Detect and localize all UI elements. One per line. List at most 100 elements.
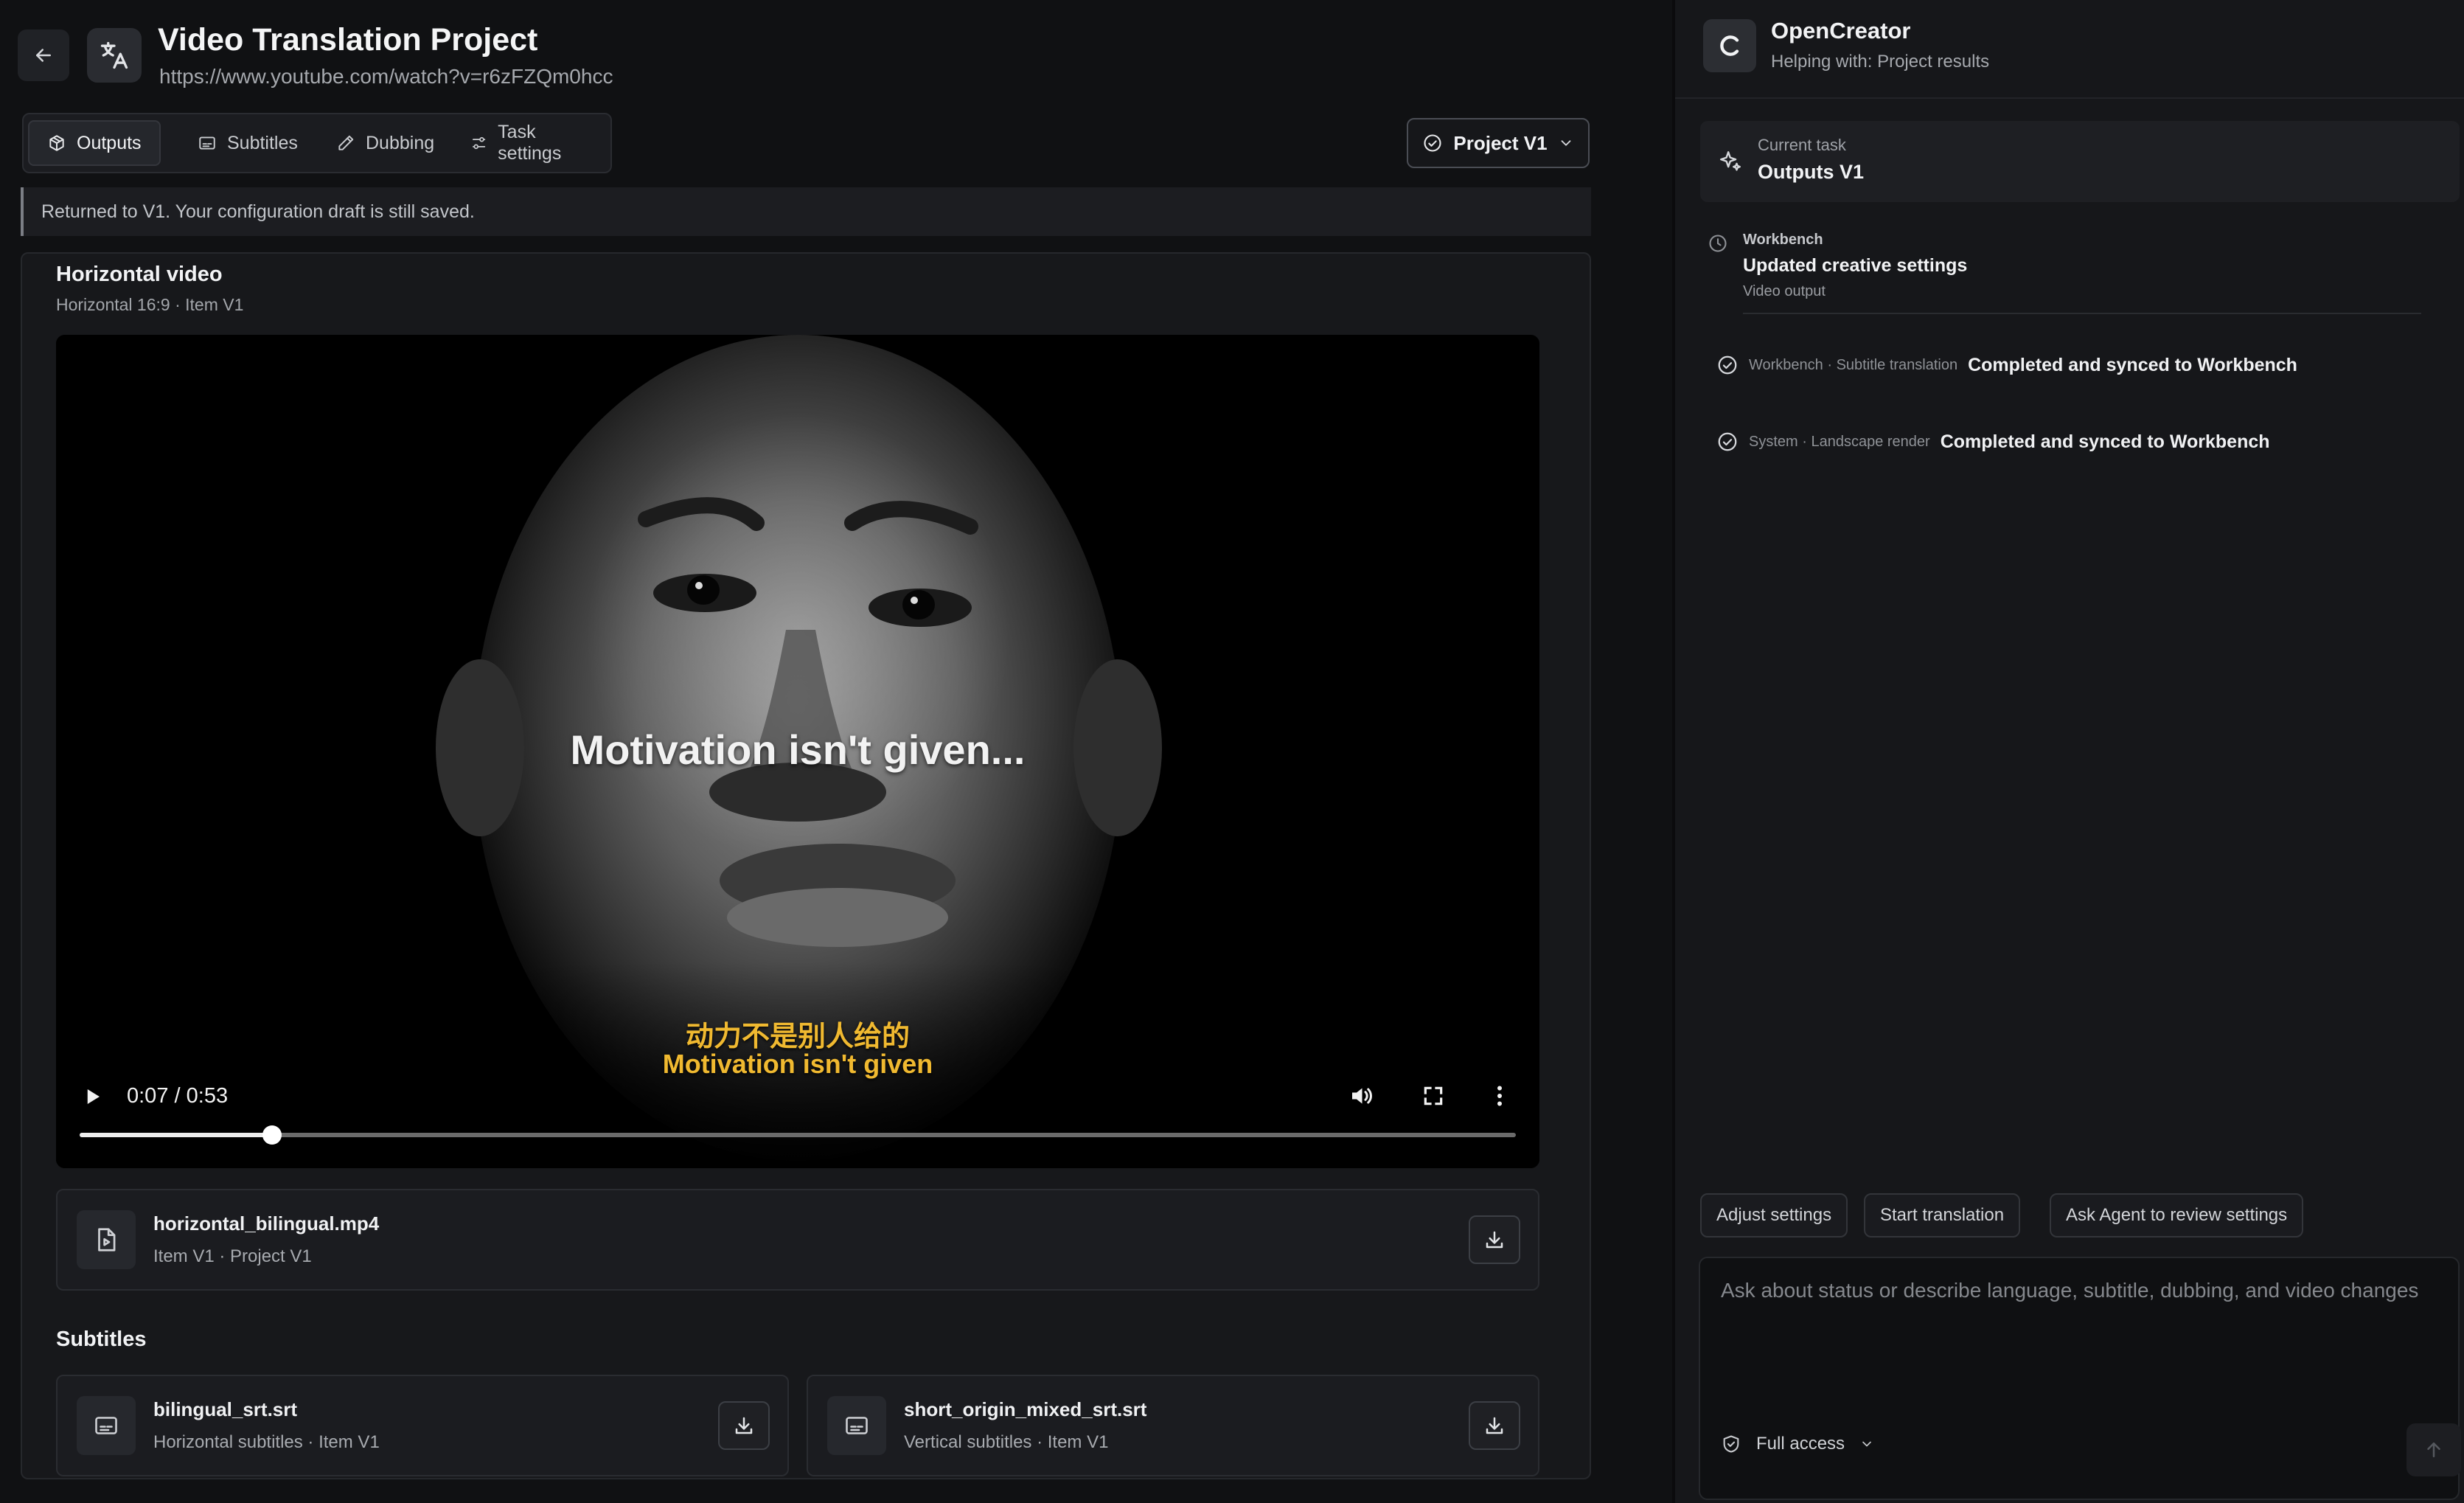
tab-label: Dubbing bbox=[366, 132, 435, 153]
activity-event: System · Landscape render Completed and … bbox=[1716, 431, 2270, 453]
file-icon-box bbox=[827, 1396, 886, 1455]
tab-outputs[interactable]: Outputs bbox=[28, 120, 161, 166]
tab-bar: Outputs Subtitles Dubbing Task settings bbox=[22, 113, 612, 173]
agent-pane: OpenCreator Helping with: Project result… bbox=[1675, 0, 2464, 1503]
box-icon bbox=[49, 135, 64, 151]
header-divider bbox=[1675, 97, 2464, 99]
event-source: System · Landscape render bbox=[1749, 433, 1930, 450]
agent-name: OpenCreator bbox=[1771, 18, 1911, 44]
check-circle-icon bbox=[1718, 432, 1737, 451]
agent-logo-icon bbox=[1720, 35, 1739, 56]
clock-icon bbox=[1709, 235, 1727, 252]
event-text: Completed and synced to Workbench bbox=[1968, 354, 2297, 375]
more-vertical-icon bbox=[1497, 1086, 1502, 1106]
activity-event: Workbench · Subtitle translation Complet… bbox=[1716, 354, 2297, 376]
back-button[interactable] bbox=[18, 29, 69, 81]
project-version-dropdown[interactable]: Project V1 bbox=[1407, 118, 1590, 168]
workbench-label: Workbench bbox=[1743, 232, 1823, 248]
suggestion-ask-agent[interactable]: Ask Agent to review settings bbox=[2050, 1193, 2304, 1238]
current-task-label: Current task bbox=[1758, 136, 1846, 154]
video-file-icon bbox=[98, 1228, 116, 1252]
file-name: bilingual_srt.srt bbox=[153, 1398, 298, 1420]
source-url[interactable]: https://www.youtube.com/watch?v=r6zFZQm0… bbox=[159, 65, 613, 88]
video-overlay-caption: Motivation isn't given... bbox=[570, 726, 1026, 773]
subtitle-file-card: short_origin_mixed_srt.srt Vertical subt… bbox=[807, 1375, 1539, 1476]
progress-fill bbox=[80, 1133, 273, 1137]
video-file-card: horizontal_bilingual.mp4 Item V1 · Proje… bbox=[56, 1189, 1539, 1291]
video-player[interactable]: Motivation isn't given... 动力不是别人给的 Motiv… bbox=[56, 335, 1539, 1168]
subtitles-icon bbox=[199, 136, 215, 150]
message-composer: Full access bbox=[1699, 1257, 2461, 1500]
current-task-card: Current task Outputs V1 bbox=[1700, 121, 2460, 202]
file-icon-box bbox=[77, 1210, 136, 1269]
chevron-down-icon bbox=[1561, 140, 1570, 146]
translate-icon bbox=[100, 41, 128, 69]
tab-label: Outputs bbox=[77, 132, 142, 153]
check-circle-icon bbox=[1718, 355, 1737, 375]
file-meta: Vertical subtitles · Item V1 bbox=[904, 1432, 1109, 1452]
version-label: Project V1 bbox=[1453, 131, 1548, 154]
chevron-down-icon bbox=[1862, 1441, 1871, 1447]
access-level-dropdown[interactable]: Full access bbox=[1721, 1434, 1874, 1454]
volume-button[interactable] bbox=[1348, 1083, 1374, 1109]
event-source: Workbench · Subtitle translation bbox=[1749, 356, 1958, 373]
translate-app-icon bbox=[87, 28, 142, 83]
download-subtitle-button[interactable] bbox=[1469, 1401, 1520, 1450]
file-icon-box bbox=[77, 1396, 136, 1455]
send-button[interactable] bbox=[2406, 1423, 2461, 1476]
tab-task-settings[interactable]: Task settings bbox=[453, 120, 610, 166]
agent-context: Helping with: Project results bbox=[1771, 52, 1990, 72]
volume-icon bbox=[1352, 1088, 1372, 1104]
sparkle-icon bbox=[1720, 151, 1741, 171]
page-title: Video Translation Project bbox=[158, 22, 538, 58]
access-label: Full access bbox=[1756, 1434, 1845, 1454]
download-icon bbox=[735, 1417, 753, 1434]
fullscreen-icon bbox=[1424, 1086, 1443, 1105]
subtitles-icon bbox=[95, 1417, 117, 1434]
more-options-button[interactable] bbox=[1486, 1083, 1513, 1109]
subtitle-file-card: bilingual_srt.srt Horizontal subtitles ·… bbox=[56, 1375, 789, 1476]
pen-icon bbox=[338, 135, 354, 150]
duration: 0:53 bbox=[186, 1084, 229, 1108]
status-notice: Returned to V1. Your configuration draft… bbox=[21, 187, 1591, 236]
sliders-icon bbox=[472, 136, 486, 150]
tab-label: Subtitles bbox=[227, 132, 298, 153]
tab-subtitles[interactable]: Subtitles bbox=[180, 120, 316, 166]
tab-label: Task settings bbox=[498, 122, 562, 164]
check-circle-icon bbox=[1424, 134, 1441, 152]
progress-handle[interactable] bbox=[262, 1125, 282, 1145]
workbench-title: Updated creative settings bbox=[1743, 255, 1968, 276]
message-input[interactable] bbox=[1721, 1274, 2429, 1363]
workbench-meta: Video output bbox=[1743, 283, 1826, 299]
workbench-divider bbox=[1743, 313, 2421, 314]
arrow-left-icon bbox=[36, 49, 51, 62]
download-icon bbox=[1486, 1231, 1503, 1249]
main-pane: Video Translation Project https://www.yo… bbox=[0, 0, 1672, 1503]
download-video-button[interactable] bbox=[1469, 1215, 1520, 1264]
file-name: short_origin_mixed_srt.srt bbox=[904, 1398, 1147, 1420]
event-text: Completed and synced to Workbench bbox=[1940, 431, 2270, 452]
suggestion-start-translation[interactable]: Start translation bbox=[1864, 1193, 2021, 1238]
time-separator: / bbox=[174, 1084, 181, 1108]
notice-text: Returned to V1. Your configuration draft… bbox=[41, 201, 475, 222]
arrow-up-icon bbox=[2427, 1443, 2440, 1457]
current-task-value: Outputs V1 bbox=[1758, 161, 1865, 183]
subtitle-chinese: 动力不是别人给的 bbox=[685, 1021, 910, 1052]
download-icon bbox=[1486, 1417, 1503, 1434]
subtitles-section-title: Subtitles bbox=[56, 1327, 147, 1351]
play-button[interactable] bbox=[81, 1086, 103, 1108]
fullscreen-button[interactable] bbox=[1421, 1084, 1445, 1108]
subtitles-icon bbox=[846, 1417, 868, 1434]
time-readout: 0:07 / 0:53 bbox=[127, 1084, 228, 1108]
shield-check-icon bbox=[1723, 1435, 1739, 1453]
current-time: 0:07 bbox=[127, 1084, 169, 1108]
download-subtitle-button[interactable] bbox=[718, 1401, 770, 1450]
suggestion-adjust-settings[interactable]: Adjust settings bbox=[1700, 1193, 1848, 1238]
file-name: horizontal_bilingual.mp4 bbox=[153, 1212, 380, 1235]
subtitle-english: Motivation isn't given bbox=[662, 1049, 933, 1079]
video-progress-bar[interactable] bbox=[80, 1125, 1516, 1145]
agent-avatar bbox=[1703, 19, 1756, 72]
tab-dubbing[interactable]: Dubbing bbox=[319, 120, 452, 166]
file-meta: Horizontal subtitles · Item V1 bbox=[153, 1432, 380, 1452]
horizontal-video-title: Horizontal video bbox=[56, 263, 223, 286]
